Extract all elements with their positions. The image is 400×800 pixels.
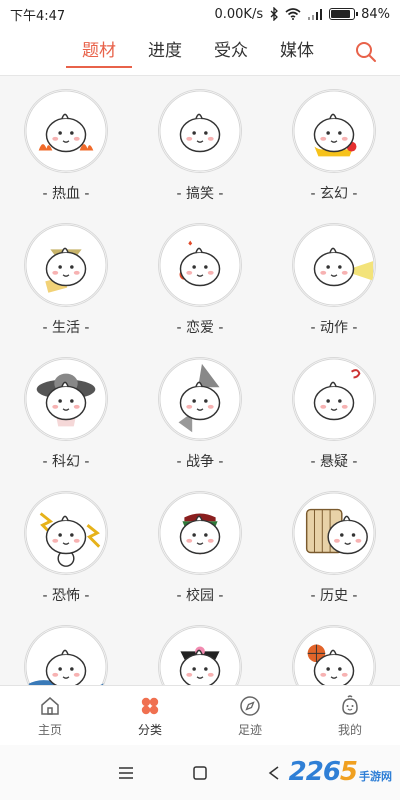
genre-item[interactable]: - 生活 -: [6, 223, 126, 337]
romance-mascot-icon: [158, 223, 242, 307]
genre-item[interactable]: [6, 625, 126, 685]
nav-item-profile[interactable]: 我的: [300, 686, 400, 745]
genre-label: - 战争 -: [176, 454, 224, 470]
status-time: 下午4:47: [10, 8, 66, 24]
nav-item-compass[interactable]: 足迹: [200, 686, 300, 745]
bottom-navigation: 主页 分类 足迹 我的: [0, 685, 400, 745]
bluetooth-icon: [269, 7, 279, 21]
genre-label: - 科幻 -: [42, 454, 90, 470]
genre-grid: - 热血 - - 搞笑 - - 玄幻 - - 生活 - - 恋爱 - - 动作 - - 科幻…: [0, 77, 400, 685]
watermark: 2265 手游网: [289, 757, 392, 787]
genre-item[interactable]: - 战争 -: [140, 357, 260, 471]
genre-item[interactable]: [140, 625, 260, 685]
genre-item[interactable]: - 搞笑 -: [140, 89, 260, 203]
genre-item[interactable]: - 恋爱 -: [140, 223, 260, 337]
watermark-digits-c: 5: [339, 757, 358, 787]
genre-label: - 历史 -: [310, 588, 358, 604]
search-button[interactable]: [354, 40, 378, 64]
genre-label: - 玄幻 -: [310, 186, 358, 202]
action-mascot-icon: [292, 223, 376, 307]
comedy-mascot-icon: [158, 89, 242, 173]
nav-label: 足迹: [237, 722, 262, 737]
nav-item-home[interactable]: 主页: [0, 686, 100, 745]
status-bar: 下午4:47 0.00K/s 84%: [0, 0, 400, 28]
sports-mascot-icon: [24, 625, 108, 685]
war-mascot-icon: [158, 357, 242, 441]
genre-item[interactable]: - 动作 -: [274, 223, 394, 337]
tab-3[interactable]: 媒体: [264, 28, 330, 76]
fantasy-mascot-icon: [292, 89, 376, 173]
genre-item[interactable]: - 热血 -: [6, 89, 126, 203]
tab-0[interactable]: 题材: [66, 28, 132, 76]
watermark-number: 2265: [288, 757, 358, 787]
horror-mascot-icon: [24, 491, 108, 575]
history-mascot-icon: [292, 491, 376, 575]
nav-label: 我的: [337, 722, 362, 737]
genre-label: - 热血 -: [42, 186, 90, 202]
genre-item[interactable]: - 恐怖 -: [6, 491, 126, 605]
nav-item-category[interactable]: 分类: [100, 686, 200, 745]
genre-label: - 恐怖 -: [42, 588, 90, 604]
genre-label: - 生活 -: [42, 320, 90, 336]
category-tab-bar: 题材 进度 受众 媒体: [0, 28, 400, 76]
tab-list: 题材 进度 受众 媒体: [66, 28, 330, 76]
back-button[interactable]: [262, 761, 286, 785]
mystery-mascot-icon: [292, 357, 376, 441]
search-icon: [356, 42, 376, 62]
category-icon: [141, 697, 159, 714]
nav-label: 分类: [137, 722, 162, 737]
campus-mascot-icon: [158, 491, 242, 575]
wifi-icon: [285, 8, 301, 20]
back-arrow-icon: [268, 765, 279, 780]
genre-label: - 悬疑 -: [310, 454, 358, 470]
genre-label: - 恋爱 -: [176, 320, 224, 336]
genre-item[interactable]: - 玄幻 -: [274, 89, 394, 203]
battery-icon: [329, 8, 359, 20]
genre-item[interactable]: [274, 625, 394, 685]
watermark-digits-b: 6: [322, 757, 341, 787]
genre-item[interactable]: - 悬疑 -: [274, 357, 394, 471]
tab-1[interactable]: 进度: [132, 28, 198, 76]
genre-label: - 动作 -: [310, 320, 358, 336]
daily-life-mascot-icon: [24, 223, 108, 307]
genre-item[interactable]: - 校园 -: [140, 491, 260, 605]
profile-icon: [342, 694, 358, 715]
genre-label: - 校园 -: [176, 588, 224, 604]
network-speed: 0.00K/s: [214, 6, 264, 22]
square-icon: [193, 765, 207, 780]
compass-icon: [240, 695, 260, 716]
tab-2[interactable]: 受众: [198, 28, 264, 76]
signal-icon: [307, 8, 323, 20]
genre-item[interactable]: - 历史 -: [274, 491, 394, 605]
watermark-text: 手游网: [359, 770, 392, 783]
battery-level: [331, 10, 350, 18]
hot-blooded-mascot-icon: [24, 89, 108, 173]
watermark-digits-a: 22: [288, 757, 324, 787]
genre-label: - 搞笑 -: [176, 186, 224, 202]
menu-icon: [119, 766, 133, 779]
palace-mascot-icon: [158, 625, 242, 685]
home-system-button[interactable]: [188, 761, 212, 785]
sci-fi-mascot-icon: [24, 357, 108, 441]
home-icon: [41, 696, 59, 715]
menu-button[interactable]: [114, 761, 138, 785]
genre-item[interactable]: - 科幻 -: [6, 357, 126, 471]
basketball-mascot-icon: [292, 625, 376, 685]
battery-percent: 84%: [361, 6, 390, 22]
nav-label: 主页: [37, 722, 62, 737]
